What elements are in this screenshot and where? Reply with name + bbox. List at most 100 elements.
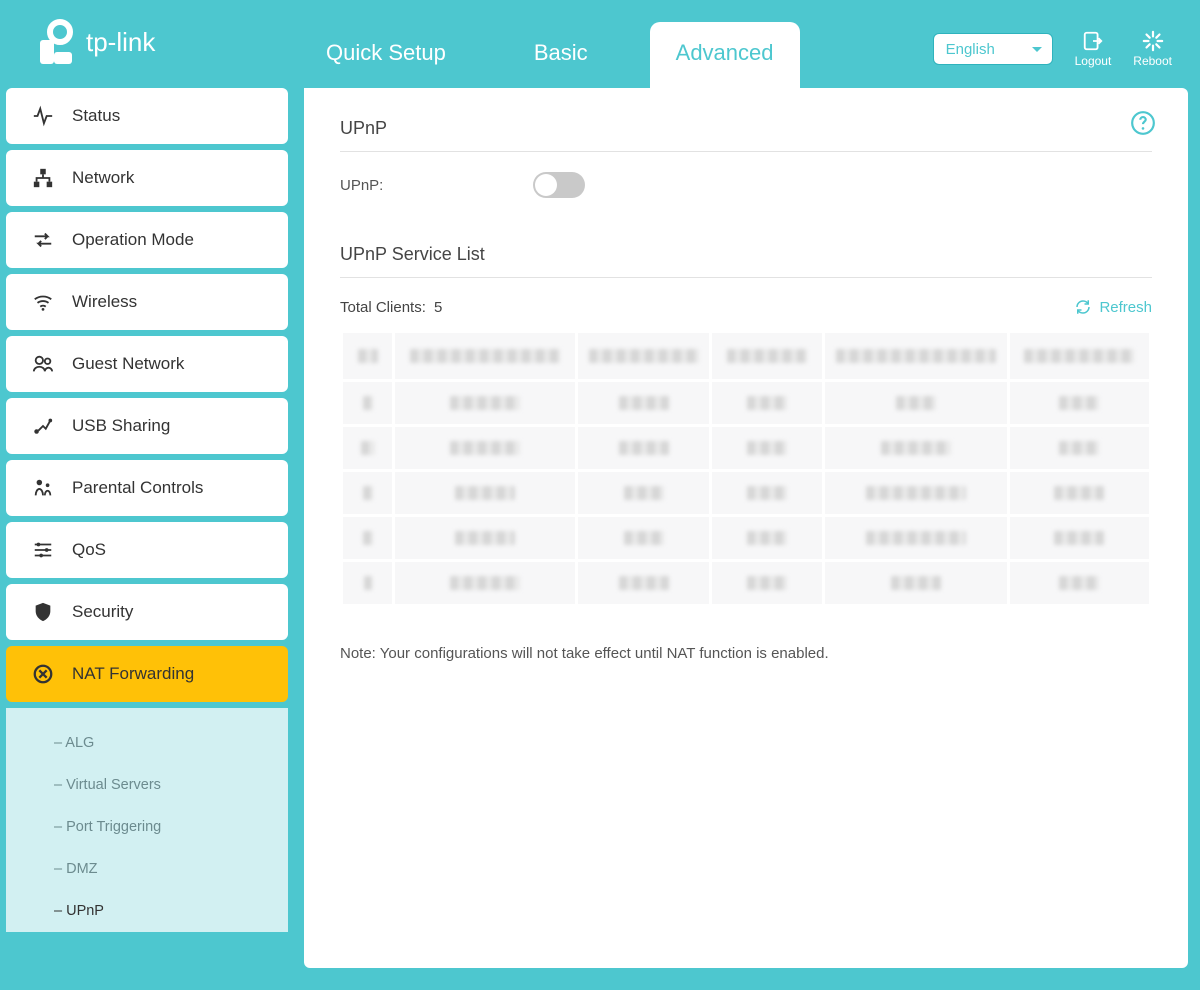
redacted-value xyxy=(727,349,807,363)
sidebar-item-nat-forwarding[interactable]: NAT Forwarding xyxy=(6,646,288,702)
redacted-value xyxy=(866,486,966,500)
table-row xyxy=(343,517,1149,559)
table-cell xyxy=(712,472,821,514)
upnp-toggle[interactable] xyxy=(533,172,585,198)
upnp-service-table xyxy=(340,330,1152,607)
table-cell xyxy=(343,427,392,469)
upnp-toggle-label: UPnP: xyxy=(340,177,383,194)
redacted-value xyxy=(836,349,996,363)
redacted-value xyxy=(619,576,669,590)
arrows-icon xyxy=(32,229,54,251)
redacted-value xyxy=(747,486,787,500)
redacted-value xyxy=(1054,531,1104,545)
table-cell xyxy=(343,562,392,604)
sidebar-item-qos[interactable]: QoS xyxy=(6,522,288,578)
tab-quick-setup[interactable]: Quick Setup xyxy=(300,22,472,88)
table-row xyxy=(343,472,1149,514)
subnav-prefix: – xyxy=(54,819,66,835)
table-cell xyxy=(578,517,710,559)
table-cell xyxy=(1010,427,1149,469)
table-cell xyxy=(825,517,1007,559)
redacted-value xyxy=(589,349,699,363)
subnav-prefix: – xyxy=(54,861,66,877)
subnav-item-alg[interactable]: – ALG xyxy=(6,722,288,764)
redacted-value xyxy=(1054,486,1104,500)
help-button[interactable] xyxy=(1130,110,1156,141)
redacted-value xyxy=(450,396,520,410)
table-cell xyxy=(395,333,574,379)
sidebar-item-label: NAT Forwarding xyxy=(72,664,194,684)
redacted-value xyxy=(866,531,966,545)
sidebar-item-security[interactable]: Security xyxy=(6,584,288,640)
sidebar: Status Network Operation Mode Wireless G… xyxy=(6,88,288,968)
note-text: Note: Your configurations will not take … xyxy=(340,645,1152,662)
sidebar-item-label: Parental Controls xyxy=(72,478,203,498)
subnav-item-virtual-servers[interactable]: – Virtual Servers xyxy=(6,764,288,806)
tab-advanced[interactable]: Advanced xyxy=(650,22,800,88)
sidebar-item-label: Guest Network xyxy=(72,354,184,374)
subnav-label: ALG xyxy=(65,735,94,751)
sidebar-item-label: Operation Mode xyxy=(72,230,194,250)
table-cell xyxy=(395,427,574,469)
wifi-icon xyxy=(32,291,54,313)
table-cell xyxy=(395,382,574,424)
sidebar-item-parental-controls[interactable]: Parental Controls xyxy=(6,460,288,516)
table-cell xyxy=(825,472,1007,514)
redacted-value xyxy=(450,441,520,455)
shield-icon xyxy=(32,601,54,623)
subnav-item-upnp[interactable]: – UPnP xyxy=(6,890,288,932)
parental-icon xyxy=(32,477,54,499)
reboot-button[interactable]: Reboot xyxy=(1133,30,1172,68)
table-cell xyxy=(1010,517,1149,559)
sidebar-item-status[interactable]: Status xyxy=(6,88,288,144)
redacted-value xyxy=(358,349,378,363)
table-cell xyxy=(578,427,710,469)
redacted-value xyxy=(361,441,375,455)
tab-basic[interactable]: Basic xyxy=(508,22,614,88)
redacted-value xyxy=(450,576,520,590)
table-cell xyxy=(343,382,392,424)
redacted-value xyxy=(881,441,951,455)
subnav-prefix: – xyxy=(54,777,66,793)
nat-icon xyxy=(32,663,54,685)
subnav-prefix: – xyxy=(54,735,65,751)
logout-button[interactable]: Logout xyxy=(1075,30,1112,68)
table-row xyxy=(343,427,1149,469)
logout-icon xyxy=(1081,30,1105,52)
sidebar-item-usb-sharing[interactable]: USB Sharing xyxy=(6,398,288,454)
redacted-value xyxy=(1059,441,1099,455)
redacted-value xyxy=(747,576,787,590)
table-cell xyxy=(712,562,821,604)
section-title-upnp: UPnP xyxy=(340,118,1152,152)
table-cell xyxy=(395,562,574,604)
table-cell xyxy=(1010,562,1149,604)
subnav-item-dmz[interactable]: – DMZ xyxy=(6,848,288,890)
redacted-value xyxy=(363,396,373,410)
table-cell xyxy=(825,382,1007,424)
table-cell xyxy=(712,427,821,469)
brand-text: tp-link xyxy=(86,27,155,58)
sidebar-item-operation-mode[interactable]: Operation Mode xyxy=(6,212,288,268)
subnav-item-port-triggering[interactable]: – Port Triggering xyxy=(6,806,288,848)
sidebar-item-network[interactable]: Network xyxy=(6,150,288,206)
logout-label: Logout xyxy=(1075,54,1112,68)
table-row xyxy=(343,562,1149,604)
sidebar-item-wireless[interactable]: Wireless xyxy=(6,274,288,330)
table-cell xyxy=(395,517,574,559)
table-cell xyxy=(578,472,710,514)
refresh-button[interactable]: Refresh xyxy=(1074,298,1152,316)
language-select[interactable]: English xyxy=(933,33,1053,65)
redacted-value xyxy=(363,531,373,545)
qos-icon xyxy=(32,539,54,561)
table-cell xyxy=(578,562,710,604)
table-cell xyxy=(343,472,392,514)
table-cell xyxy=(712,333,821,379)
redacted-value xyxy=(619,441,669,455)
sidebar-item-guest-network[interactable]: Guest Network xyxy=(6,336,288,392)
redacted-value xyxy=(891,576,941,590)
sidebar-item-label: QoS xyxy=(72,540,106,560)
table-cell xyxy=(825,562,1007,604)
table-cell xyxy=(578,333,710,379)
sidebar-subnav: – ALG – Virtual Servers – Port Triggerin… xyxy=(6,708,288,932)
redacted-value xyxy=(624,531,664,545)
